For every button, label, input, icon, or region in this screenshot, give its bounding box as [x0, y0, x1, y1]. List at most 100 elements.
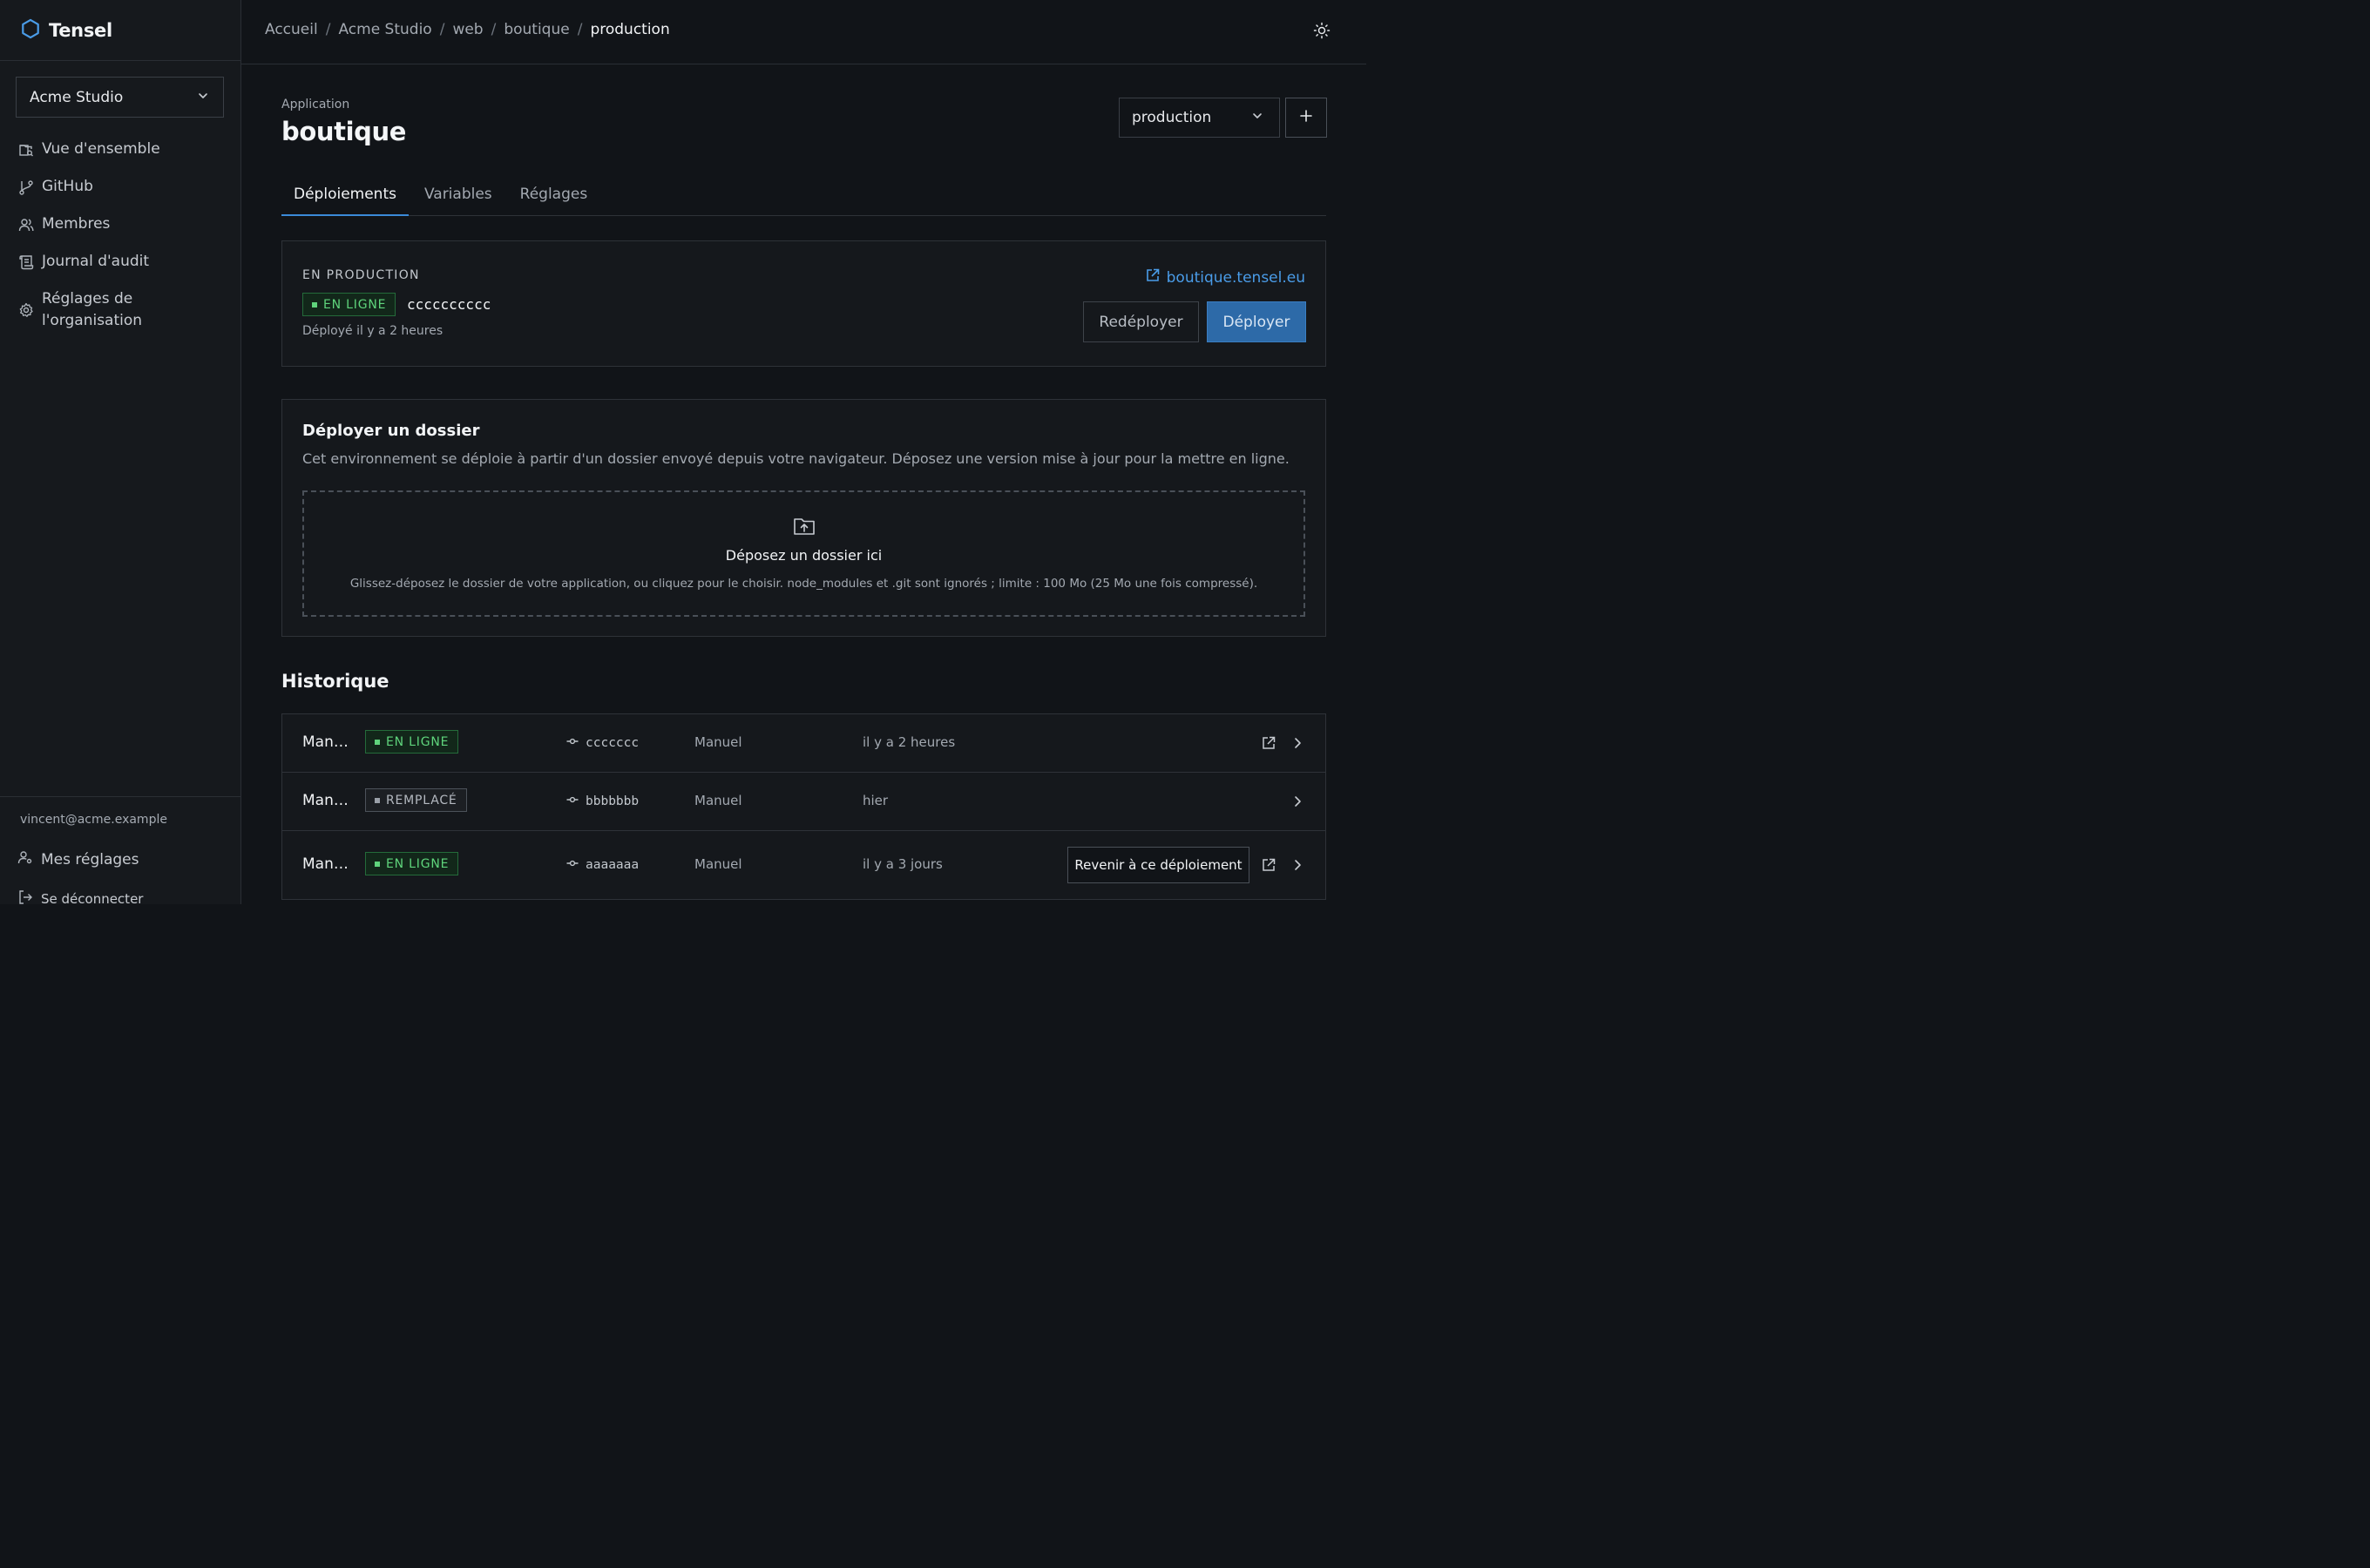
rollback-button[interactable]: Revenir à ce déploiement [1067, 847, 1249, 883]
breadcrumb-separator: / [491, 21, 497, 38]
my-settings-link[interactable]: Mes réglages [17, 849, 139, 869]
sidebar-item-label: Membres [42, 215, 111, 233]
status-badge: EN LIGNE [365, 852, 459, 875]
sidebar-item-members[interactable]: Membres [17, 206, 227, 243]
dropzone-hint: Glissez-déposez le dossier de votre appl… [349, 577, 1258, 591]
org-select-value: Acme Studio [30, 88, 124, 106]
production-url-link[interactable]: boutique.tensel.eu [1145, 267, 1305, 287]
plus-icon [1299, 109, 1313, 126]
breadcrumb-item[interactable]: Acme Studio [338, 21, 431, 38]
production-card: EN PRODUCTION EN LIGNE cccccccccc Déploy… [281, 240, 1326, 367]
my-settings-label: Mes réglages [41, 850, 139, 868]
breadcrumb-separator: / [577, 21, 583, 38]
tensel-logo-icon [21, 18, 40, 43]
sidebar-divider [0, 60, 240, 61]
page-title: boutique [281, 117, 407, 146]
commit-sha: cccccccccc [407, 296, 491, 313]
status-badge: EN LIGNE [302, 293, 396, 316]
folder-dropzone[interactable]: Déposez un dossier ici Glissez-déposez l… [302, 490, 1305, 617]
top-header: Accueil / Acme Studio / web / boutique /… [241, 0, 1366, 64]
commit: ccccccc [566, 735, 639, 751]
add-environment-button[interactable] [1285, 98, 1327, 138]
status-badge: EN LIGNE [365, 730, 459, 754]
sidebar-item-label: GitHub [42, 178, 93, 195]
commit-icon [566, 794, 579, 809]
breadcrumb-separator: / [439, 21, 445, 38]
sidebar-item-audit-log[interactable]: Journal d'audit [17, 243, 227, 280]
deploy-folder-description: Cet environnement se déploie à partir d'… [302, 450, 1290, 467]
sidebar-item-org-settings[interactable]: Réglages de l'organisation [17, 280, 227, 340]
logout-link[interactable]: Se déconnecter [17, 889, 143, 909]
members-icon [17, 213, 34, 235]
user-settings-icon [17, 849, 33, 869]
breadcrumb: Accueil / Acme Studio / web / boutique /… [265, 21, 670, 38]
org-select[interactable]: Acme Studio [16, 77, 224, 118]
chevron-right-icon[interactable] [1290, 735, 1305, 751]
sidebar-item-label: Vue d'ensemble [42, 140, 160, 158]
status-badge-label: EN LIGNE [323, 297, 387, 312]
deployment-trigger: Manuel [694, 734, 742, 750]
status-badge-label: EN LIGNE [386, 734, 450, 749]
tab-variables[interactable]: Variables [412, 178, 504, 216]
external-link-icon[interactable] [1261, 857, 1276, 873]
deployment-time: hier [863, 793, 889, 808]
status-badge-label: REMPLACÉ [386, 793, 457, 808]
overview-icon [17, 139, 34, 160]
deployment-time: il y a 3 jours [863, 856, 943, 872]
sidebar-item-overview[interactable]: Vue d'ensemble [17, 131, 227, 168]
history-title: Historique [281, 671, 389, 692]
redeploy-button[interactable]: Redéployer [1083, 301, 1199, 342]
status-dot [375, 739, 380, 745]
gear-icon [17, 288, 34, 332]
breadcrumb-separator: / [325, 21, 331, 38]
chevron-down-icon [197, 89, 209, 106]
production-label: EN PRODUCTION [302, 268, 420, 282]
sun-icon [1313, 22, 1331, 43]
logout-label: Se déconnecter [41, 891, 144, 907]
breadcrumb-current: production [590, 21, 670, 38]
external-link-icon [1145, 267, 1161, 287]
status-dot [312, 301, 317, 308]
deployment-name: Man… [302, 855, 349, 873]
environment-select[interactable]: production [1119, 98, 1280, 138]
commit: aaaaaaa [566, 857, 639, 873]
tab-settings[interactable]: Réglages [508, 178, 600, 216]
logout-icon [17, 889, 33, 909]
user-email: vincent@acme.example [20, 813, 167, 827]
deployment-time: il y a 2 heures [863, 734, 956, 750]
breadcrumb-item[interactable]: web [452, 21, 483, 38]
deployed-time: Déployé il y a 2 heures [302, 324, 444, 338]
chevron-right-icon[interactable] [1290, 857, 1305, 873]
tabs: Déploiements Variables Réglages [281, 178, 1326, 216]
breadcrumb-item[interactable]: boutique [504, 21, 569, 38]
production-url: boutique.tensel.eu [1166, 268, 1305, 287]
deployment-name: Man… [302, 733, 349, 751]
deployment-trigger: Manuel [694, 793, 742, 808]
theme-toggle-button[interactable] [1312, 22, 1331, 43]
audit-log-icon [17, 251, 34, 273]
sidebar-item-github[interactable]: GitHub [17, 168, 227, 206]
commit-sha: aaaaaaa [586, 858, 640, 872]
table-row[interactable]: Man… EN LIGNE aaaaaaa Manuel il y a 3 jo… [282, 830, 1325, 900]
app-kicker: Application [281, 98, 350, 112]
deployment-name: Man… [302, 792, 349, 809]
table-row[interactable]: Man… EN LIGNE ccccccc Manuel il y a 2 he… [282, 714, 1325, 772]
deploy-button[interactable]: Déployer [1207, 301, 1306, 342]
status-badge: REMPLACÉ [365, 788, 467, 812]
deployment-trigger: Manuel [694, 856, 742, 872]
sidebar: Tensel Acme Studio Vue d'ensemble GitHub… [0, 0, 241, 907]
deploy-folder-card: Déployer un dossier Cet environnement se… [281, 399, 1326, 637]
commit: bbbbbbb [566, 794, 639, 809]
external-link-icon[interactable] [1261, 735, 1276, 751]
tab-deployments[interactable]: Déploiements [281, 178, 409, 216]
chevron-right-icon[interactable] [1290, 794, 1305, 809]
breadcrumb-item[interactable]: Accueil [265, 21, 318, 38]
history-list: Man… EN LIGNE ccccccc Manuel il y a 2 he… [281, 713, 1326, 900]
table-row[interactable]: Man… REMPLACÉ bbbbbbb Manuel hier [282, 772, 1325, 830]
brand[interactable]: Tensel [21, 18, 112, 43]
folder-upload-icon [792, 514, 816, 538]
sidebar-divider [0, 796, 240, 797]
commit-icon [566, 857, 579, 873]
sidebar-nav: Vue d'ensemble GitHub Membres Journal d'… [17, 131, 227, 340]
commit-sha: ccccccc [586, 736, 640, 750]
